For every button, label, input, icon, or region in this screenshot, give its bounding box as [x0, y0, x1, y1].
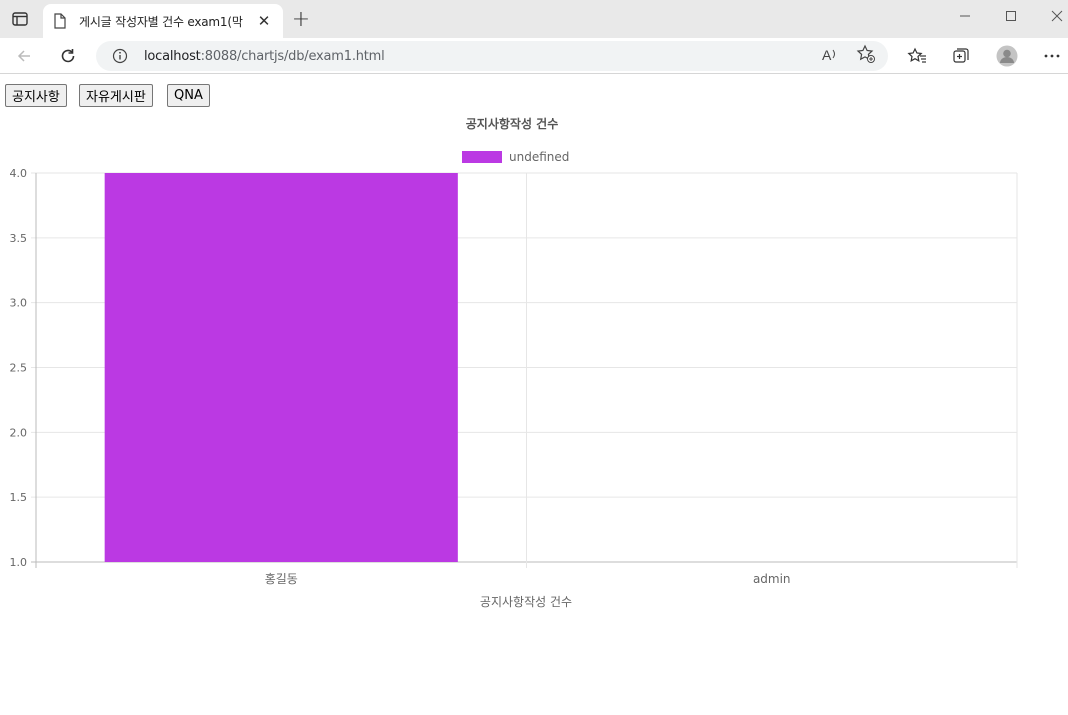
browser-tab[interactable]: 게시글 작성자별 건수 exam1(막 ✕: [43, 4, 283, 38]
address-bar[interactable]: localhost:8088/chartjs/db/exam1.html: [96, 41, 888, 71]
close-window-icon[interactable]: [1034, 0, 1068, 32]
chart-legend[interactable]: undefined: [462, 150, 569, 164]
minimize-icon[interactable]: [942, 0, 988, 32]
y-tick-label: 2.0: [10, 426, 28, 439]
y-tick-label: 2.5: [10, 362, 28, 375]
more-options-icon[interactable]: [1040, 44, 1064, 68]
legend-label: undefined: [509, 150, 569, 164]
y-tick-label: 3.0: [10, 297, 28, 310]
y-tick-label: 3.5: [10, 232, 28, 245]
x-tick-label: 홍길동: [265, 572, 298, 586]
tab-title: 게시글 작성자별 건수 exam1(막: [79, 14, 243, 29]
tab-actions-icon[interactable]: [8, 8, 32, 30]
qna-button[interactable]: QNA: [167, 84, 210, 107]
reload-icon[interactable]: [54, 42, 82, 70]
collections-icon[interactable]: [949, 44, 973, 68]
favorite-add-icon[interactable]: [856, 44, 876, 64]
x-tick-label: admin: [753, 572, 791, 586]
profile-avatar-icon[interactable]: [995, 44, 1019, 68]
legend-swatch: [462, 151, 502, 163]
free-board-button[interactable]: 자유게시판: [79, 84, 153, 107]
y-tick-label: 1.0: [10, 556, 28, 569]
maximize-icon[interactable]: [988, 0, 1034, 32]
new-tab-icon[interactable]: +: [289, 7, 313, 32]
browser-toolbar: localhost:8088/chartjs/db/exam1.html A: [0, 38, 1068, 74]
bar-chart: 공지사항작성 건수 undefined 4.0 3.5 3.0 2.5 2.0 1.5 1.…: [10, 116, 1018, 609]
document-icon: [54, 13, 66, 29]
read-aloud-icon[interactable]: A: [820, 44, 840, 64]
svg-text:A: A: [822, 47, 832, 62]
notice-button[interactable]: 공지사항: [5, 84, 67, 107]
browser-tab-strip: 게시글 작성자별 건수 exam1(막 ✕ +: [0, 0, 1068, 38]
x-axis-title: 공지사항작성 건수: [480, 595, 572, 609]
favorites-icon[interactable]: [905, 44, 929, 68]
back-icon[interactable]: [10, 42, 38, 70]
site-info-icon[interactable]: [112, 48, 128, 64]
y-tick-label: 4.0: [10, 167, 28, 180]
y-tick-label: 1.5: [10, 491, 28, 504]
bar[interactable]: [104, 173, 458, 562]
chart-title: 공지사항작성 건수: [466, 116, 559, 131]
close-tab-icon[interactable]: ✕: [255, 12, 273, 30]
url-text: localhost:8088/chartjs/db/exam1.html: [144, 48, 385, 64]
